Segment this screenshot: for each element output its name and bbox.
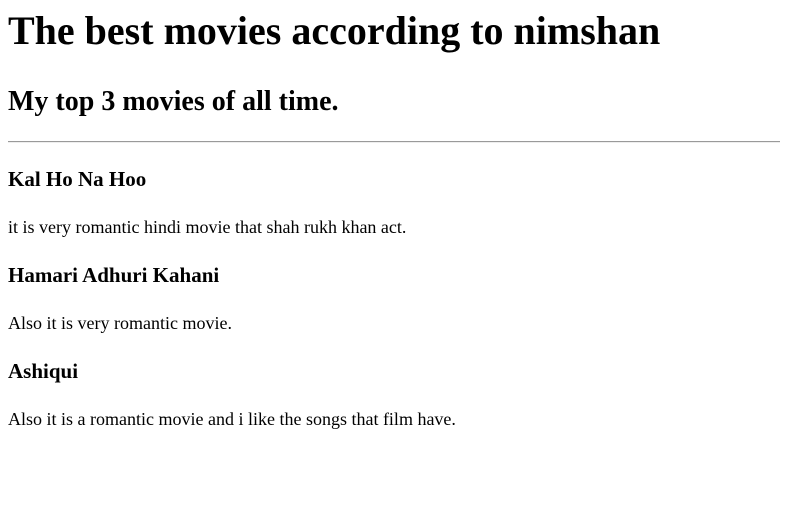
divider — [8, 141, 780, 143]
movie-description: Also it is a romantic movie and i like t… — [8, 409, 456, 429]
page-title: The best movies according to nimshan — [8, 8, 661, 53]
movie-description: Also it is very romantic movie. — [8, 313, 232, 333]
movie-description: it is very romantic hindi movie that sha… — [8, 217, 407, 237]
page-container: The best movies according to nimshan My … — [0, 0, 788, 510]
movie-title: Ashiqui — [8, 359, 79, 383]
movie-item: Ashiqui Also it is a romantic movie and … — [8, 359, 780, 430]
movie-item: Kal Ho Na Hoo it is very romantic hindi … — [8, 167, 780, 238]
movie-title: Kal Ho Na Hoo — [8, 167, 147, 191]
page-subtitle: My top 3 movies of all time. — [8, 86, 339, 117]
movie-title: Hamari Adhuri Kahani — [8, 263, 220, 287]
movie-item: Hamari Adhuri Kahani Also it is very rom… — [8, 263, 780, 334]
